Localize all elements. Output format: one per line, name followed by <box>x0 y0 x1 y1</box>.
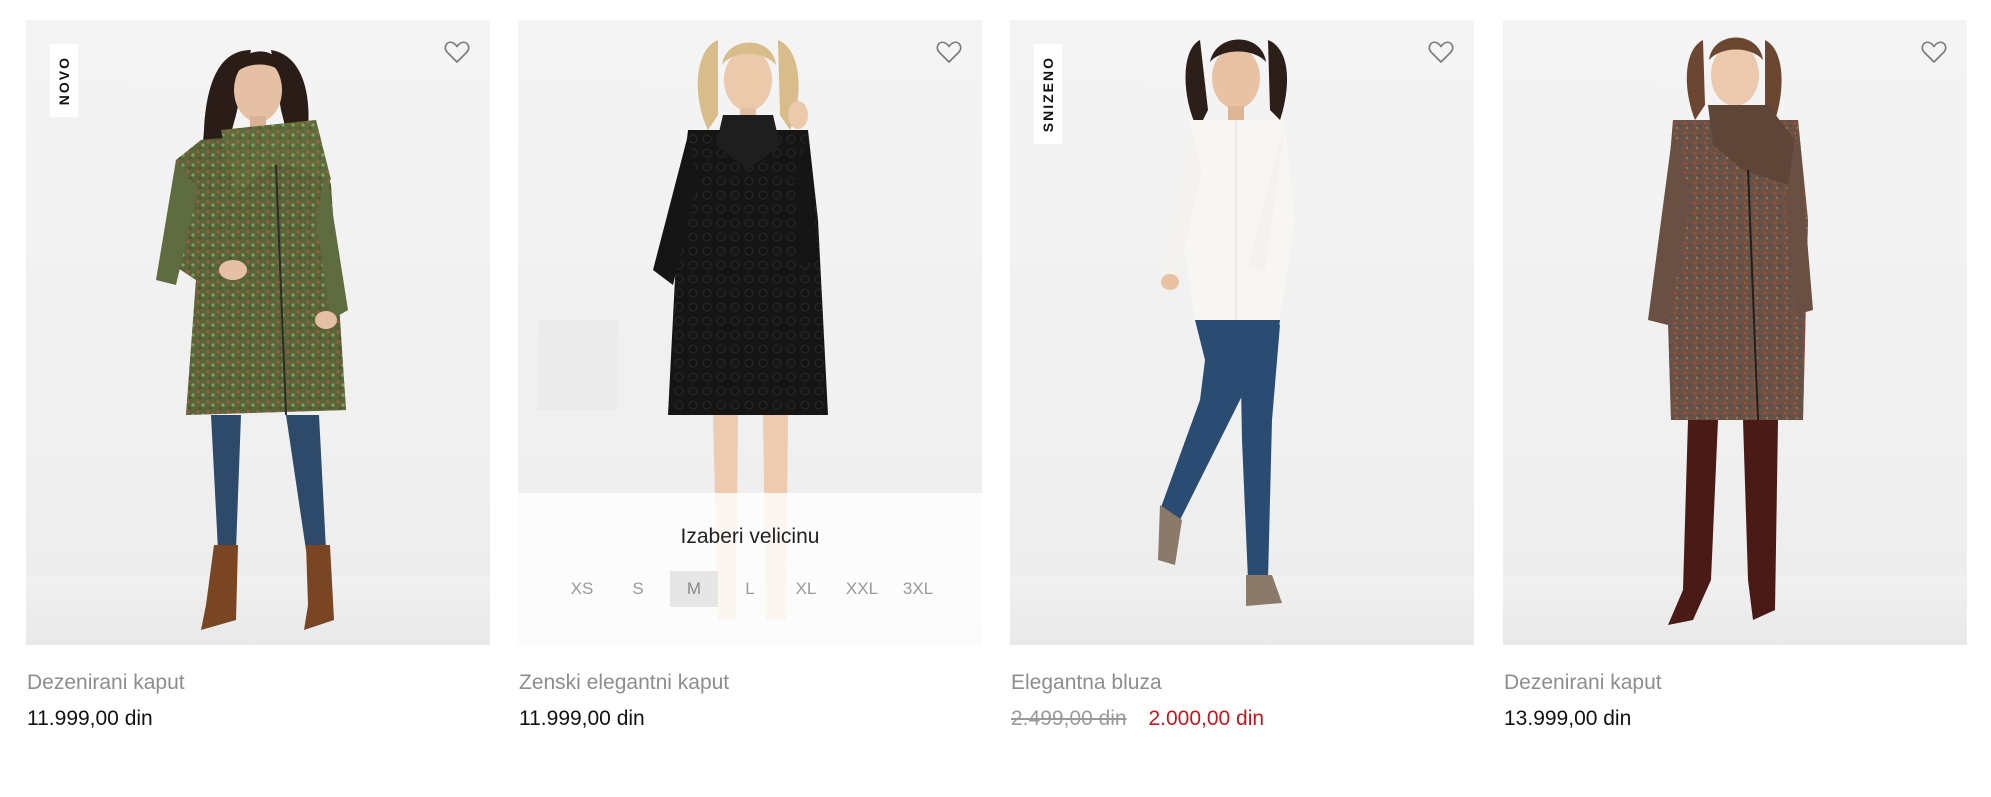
size-option-xs[interactable]: XS <box>558 571 606 607</box>
size-option-xxl[interactable]: XXL <box>838 571 886 607</box>
badge-label: SNIZENO <box>1040 56 1056 133</box>
price-value: 13.999,00 din <box>1504 707 1632 730</box>
sale-price: 2.000,00 din <box>1148 707 1265 730</box>
size-selector-title: Izaberi velicinu <box>680 525 820 548</box>
old-price: 2.499,00 din <box>1011 707 1127 730</box>
product-image[interactable]: NOVO <box>26 20 490 645</box>
model-in-white-blouse-image <box>1158 39 1295 606</box>
heart-outline-icon[interactable] <box>1428 40 1454 64</box>
product-card[interactable]: NOVO Dezenirani kaput 11.999,00 din <box>26 20 490 731</box>
price-value: 11.999,00 din <box>27 707 153 730</box>
heart-outline-icon[interactable] <box>444 40 470 64</box>
product-image[interactable]: SNIZENO <box>1010 20 1474 645</box>
product-name[interactable]: Dezenirani kaput <box>26 671 490 695</box>
product-card[interactable]: SNIZENO Elegantna bluza 2.499,00 din 2.0… <box>1010 20 1474 731</box>
product-price: 11.999,00 din <box>26 707 490 731</box>
size-options: XS S M L XL XXL 3XL <box>518 571 982 607</box>
product-price: 11.999,00 din <box>518 707 982 731</box>
heart-outline-icon[interactable] <box>1921 40 1947 64</box>
heart-outline-icon[interactable] <box>936 40 962 64</box>
product-image[interactable] <box>1503 20 1967 645</box>
product-name[interactable]: Dezenirani kaput <box>1503 671 1967 695</box>
size-option-m[interactable]: M <box>670 571 718 607</box>
badge-label: NOVO <box>56 56 72 106</box>
size-selector-panel: Izaberi velicinu XS S M L XL XXL 3XL <box>518 493 982 645</box>
product-name[interactable]: Zenski elegantni kaput <box>518 671 982 695</box>
product-price: 13.999,00 din <box>1503 707 1967 731</box>
new-badge: NOVO <box>50 44 78 118</box>
sale-badge: SNIZENO <box>1034 44 1062 145</box>
size-option-s[interactable]: S <box>614 571 662 607</box>
product-card[interactable]: Izaberi velicinu XS S M L XL XXL 3XL Zen… <box>518 20 982 731</box>
size-option-3xl[interactable]: 3XL <box>894 571 942 607</box>
price-value: 11.999,00 din <box>519 707 645 730</box>
model-in-green-coat-image <box>156 50 348 630</box>
size-option-l[interactable]: L <box>726 571 774 607</box>
product-card[interactable]: Dezenirani kaput 13.999,00 din <box>1503 20 1967 731</box>
size-option-xl[interactable]: XL <box>782 571 830 607</box>
product-price: 2.499,00 din 2.000,00 din <box>1010 707 1474 731</box>
product-name[interactable]: Elegantna bluza <box>1010 671 1474 695</box>
model-in-brown-coat-image <box>1648 37 1813 625</box>
product-image[interactable]: Izaberi velicinu XS S M L XL XXL 3XL <box>518 20 982 645</box>
product-grid: NOVO Dezenirani kaput 11.999,00 din Izab… <box>0 0 1991 797</box>
